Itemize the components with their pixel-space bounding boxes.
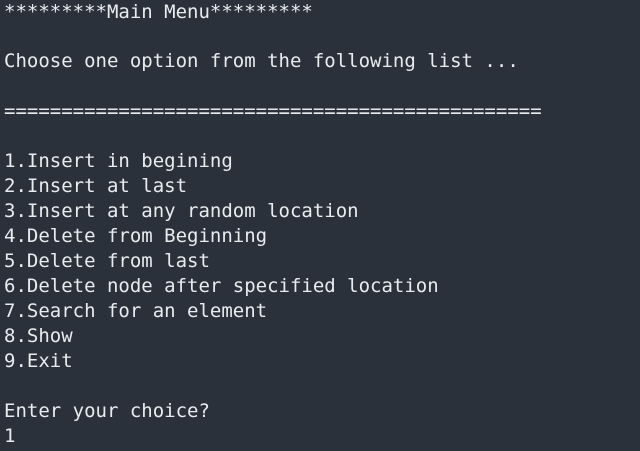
menu-options-list: 1.Insert in begining 2.Insert at last 3.… [4,149,640,374]
user-choice-input[interactable]: 1 [4,424,640,449]
separator-line: ========================================… [4,100,542,122]
enter-choice-prompt: Enter your choice? [4,400,210,422]
menu-item-delete-after-location: 6.Delete node after specified location [4,275,439,297]
menu-item-exit: 9.Exit [4,350,73,372]
choose-option-prompt: Choose one option from the following lis… [4,50,519,72]
main-menu-title: *********Main Menu********* [4,1,313,23]
menu-item-insert-last: 2.Insert at last [4,175,188,197]
menu-item-search-element: 7.Search for an element [4,300,268,322]
menu-item-delete-beginning: 4.Delete from Beginning [4,225,268,247]
menu-item-insert-beginning: 1.Insert in begining [4,150,233,172]
menu-item-insert-random-location: 3.Insert at any random location [4,200,359,222]
menu-item-show: 8.Show [4,325,73,347]
menu-item-delete-last: 5.Delete from last [4,250,210,272]
terminal-window[interactable]: *********Main Menu********* Choose one o… [0,0,640,451]
